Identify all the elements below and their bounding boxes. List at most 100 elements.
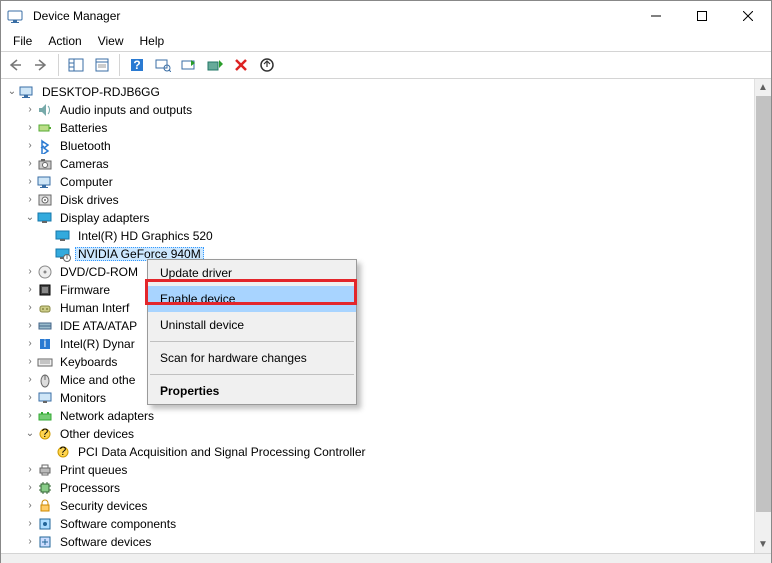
computer-icon [37,174,53,190]
tree-category[interactable]: › Batteries [5,119,771,137]
printer-icon [37,462,53,478]
chevron-right-icon[interactable]: › [23,357,37,367]
chevron-right-icon[interactable]: › [23,177,37,187]
tree-category[interactable]: ›IDE ATA/ATAP [5,317,771,335]
chevron-right-icon[interactable]: › [23,411,37,421]
scan-toolbar-button[interactable] [151,53,175,77]
tree-category[interactable]: › Audio inputs and outputs [5,101,771,119]
chevron-right-icon[interactable]: › [23,321,37,331]
monitor-icon [37,390,53,406]
chevron-down-icon[interactable]: ⌄ [5,87,19,97]
chevron-right-icon[interactable]: › [23,195,37,205]
tree-category-label: Batteries [57,121,110,135]
tree-category[interactable]: ›Print queues [5,461,771,479]
scroll-thumb[interactable] [756,96,771,512]
tree-root[interactable]: ⌄DESKTOP-RDJB6GG [5,83,771,101]
statusbar [1,553,771,563]
tree-category[interactable]: ›Monitors [5,389,771,407]
scroll-track[interactable] [755,512,771,536]
context-separator [150,341,354,342]
tree-category-label: Security devices [57,499,150,513]
menu-action[interactable]: Action [40,32,89,50]
chevron-right-icon[interactable]: › [23,123,37,133]
chevron-right-icon[interactable]: › [23,375,37,385]
tree-category[interactable]: › Disk drives [5,191,771,209]
display-icon [37,210,53,226]
tree-category-label: Disk drives [57,193,122,207]
menu-file[interactable]: File [5,32,40,50]
toolbar: ? [1,51,771,79]
context-item[interactable]: Scan for hardware changes [148,345,356,371]
chevron-right-icon[interactable]: › [23,285,37,295]
tree-category[interactable]: ›Processors [5,479,771,497]
back-button[interactable] [3,53,27,77]
add-legacy-toolbar-button[interactable] [255,53,279,77]
forward-button[interactable] [29,53,53,77]
update-driver-toolbar-button[interactable] [177,53,201,77]
tree-category-label: Human Interf [57,301,132,315]
chevron-right-icon[interactable]: › [23,339,37,349]
uninstall-toolbar-button[interactable] [229,53,253,77]
context-item[interactable]: Uninstall device [148,312,356,338]
chevron-right-icon[interactable]: › [23,501,37,511]
tree-category[interactable]: ›Cameras [5,155,771,173]
svg-text:i: i [44,336,47,350]
maximize-button[interactable] [679,1,725,31]
tree-category[interactable]: ›Bluetooth [5,137,771,155]
chevron-right-icon[interactable]: › [23,303,37,313]
context-item[interactable]: Enable device [148,286,356,312]
chevron-right-icon[interactable]: › [23,537,37,547]
tree-category-label: Computer [57,175,116,189]
tree-category[interactable]: › Security devices [5,497,771,515]
chevron-down-icon[interactable]: ⌄ [23,213,37,223]
tree-category[interactable]: ›iIntel(R) Dynar [5,335,771,353]
tree-category-label: Network adapters [57,409,157,423]
display-icon [55,228,71,244]
tree-device[interactable]: ›?PCI Data Acquisition and Signal Proces… [5,443,771,461]
tree-category-label: Audio inputs and outputs [57,103,195,117]
tree-device[interactable]: ›Intel(R) HD Graphics 520 [5,227,771,245]
menu-view[interactable]: View [90,32,132,50]
tree-category[interactable]: ›Keyboards [5,353,771,371]
chevron-down-icon[interactable]: ⌄ [23,429,37,439]
tree-category[interactable]: › Firmware [5,281,771,299]
properties-toolbar-button[interactable] [90,53,114,77]
show-hide-tree-button[interactable] [64,53,88,77]
tree-category-label: Software components [57,517,179,531]
chevron-right-icon[interactable]: › [23,393,37,403]
tree-category[interactable]: ›Software devices [5,533,771,551]
help-toolbar-button[interactable]: ? [125,53,149,77]
tree-category-label: Firmware [57,283,113,297]
minimize-button[interactable] [633,1,679,31]
cpu-icon [37,480,53,496]
close-button[interactable] [725,1,771,31]
mouse-icon [37,372,53,388]
tree-device[interactable]: ›NVIDIA GeForce 940M [5,245,771,263]
vertical-scrollbar[interactable]: ▲ ▼ [754,79,771,553]
tree-category[interactable]: › Network adapters [5,407,771,425]
app-icon [7,8,23,24]
chevron-right-icon[interactable]: › [23,465,37,475]
tree-category[interactable]: ⌄Display adapters [5,209,771,227]
tree-category[interactable]: › Software components [5,515,771,533]
chevron-right-icon[interactable]: › [23,267,37,277]
tree-device-label: Intel(R) HD Graphics 520 [75,229,216,243]
menu-help[interactable]: Help [132,32,173,50]
tree-category[interactable]: ›Mice and othe [5,371,771,389]
tree-category[interactable]: ⌄?Other devices [5,425,771,443]
chevron-right-icon[interactable]: › [23,519,37,529]
context-item[interactable]: Update driver [148,260,356,286]
tree-category[interactable]: › Computer [5,173,771,191]
chevron-right-icon[interactable]: › [23,141,37,151]
scroll-up-button[interactable]: ▲ [755,79,771,96]
chevron-right-icon[interactable]: › [23,159,37,169]
context-item[interactable]: Properties [148,378,356,404]
scroll-down-button[interactable]: ▼ [755,536,771,553]
chevron-right-icon[interactable]: › [23,483,37,493]
tree-category[interactable]: ›DVD/CD-ROM [5,263,771,281]
svg-text:?: ? [42,426,49,440]
svg-text:?: ? [60,444,67,458]
tree-category[interactable]: › Human Interf [5,299,771,317]
enable-toolbar-button[interactable] [203,53,227,77]
chevron-right-icon[interactable]: › [23,105,37,115]
